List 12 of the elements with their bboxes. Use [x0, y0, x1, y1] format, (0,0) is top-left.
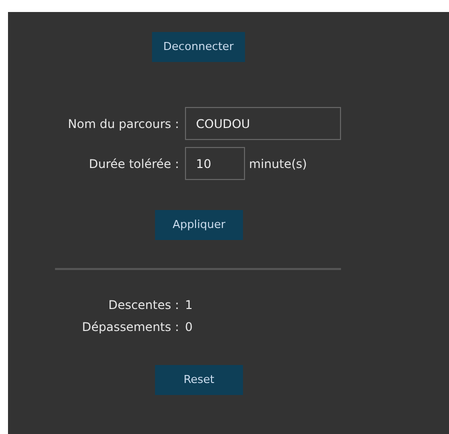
number-field[interactable]: 10 — [185, 147, 245, 180]
field-label: Nom du parcours : — [66, 116, 180, 132]
stat-value: 1 — [185, 297, 193, 314]
logout-button[interactable]: Deconnecter — [152, 32, 245, 62]
stat-label: Dépassements : — [81, 319, 180, 336]
stat-label: Descentes : — [107, 297, 180, 314]
field-label: Durée tolérée : — [88, 156, 180, 172]
text-field[interactable]: COUDOU — [185, 107, 341, 140]
reset-button[interactable]: Reset — [155, 365, 243, 395]
stat-value: 0 — [185, 319, 193, 336]
apply-button[interactable]: Appliquer — [155, 210, 243, 240]
unit-label: minute(s) — [249, 156, 307, 172]
